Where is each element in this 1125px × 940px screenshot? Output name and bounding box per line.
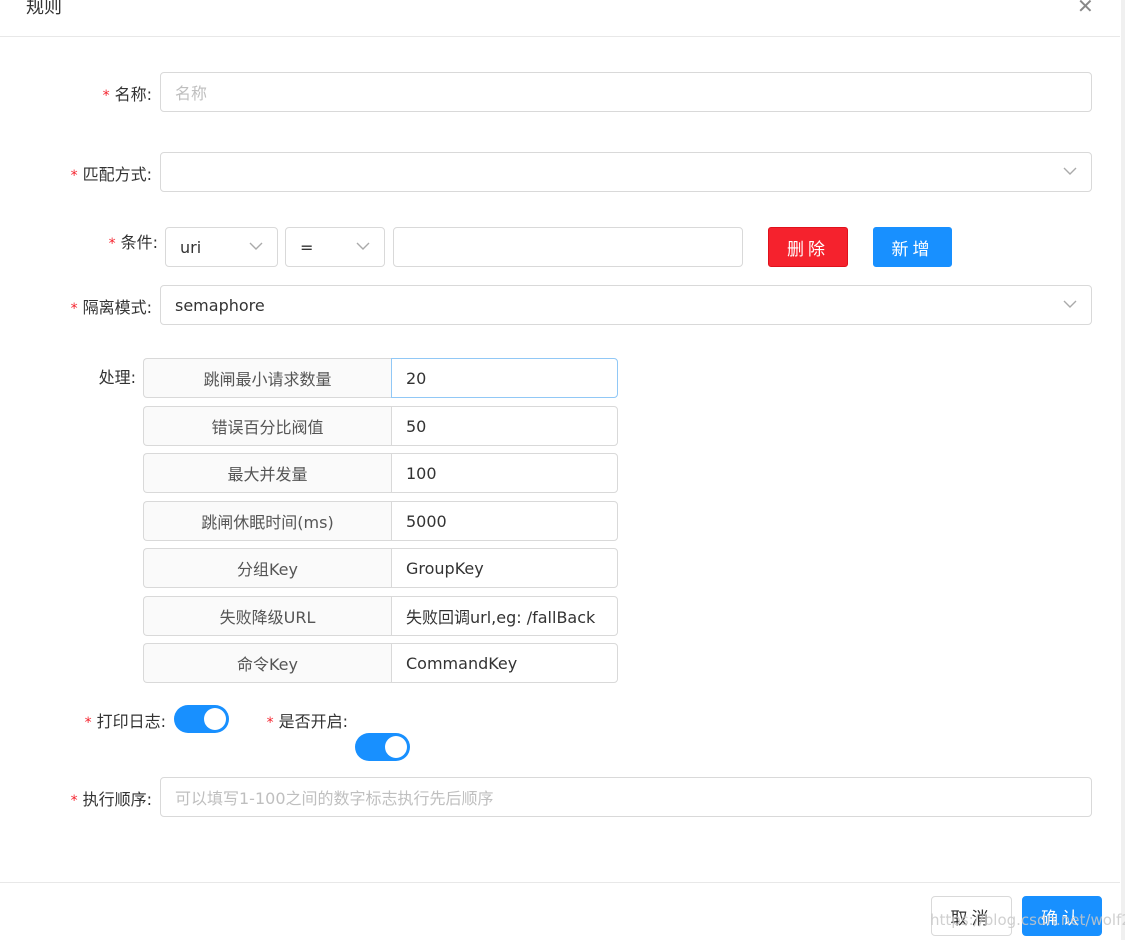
add-condition-button[interactable]: 新增 [873,227,952,267]
handle-row-input[interactable]: 20 [391,358,618,398]
enabled-toggle[interactable] [355,733,410,761]
handle-row-label: 失败降级URL [143,596,391,636]
name-placeholder: 名称 [175,84,208,103]
handle-row: 最大并发量 100 [143,453,618,493]
match-label: * 匹配方式: [70,165,152,184]
handle-row: 分组Key GroupKey [143,548,618,588]
match-select[interactable] [160,152,1092,192]
condition-field-value: uri [180,237,202,257]
chevron-down-icon [249,242,263,250]
handle-row-input[interactable]: 50 [391,406,618,446]
handle-row-label: 最大并发量 [143,453,391,493]
close-icon[interactable]: ✕ [1077,0,1094,18]
handle-row-label: 跳闸最小请求数量 [143,358,391,398]
handle-row: 命令Key CommandKey [143,643,618,683]
handle-row-label: 命令Key [143,643,391,683]
delete-condition-button[interactable]: 删除 [768,227,848,267]
handle-row: 跳闸休眠时间(ms) 5000 [143,501,618,541]
handle-row-input[interactable]: 5000 [391,501,618,541]
chevron-down-icon [356,242,370,250]
isolation-value: semaphore [175,295,265,315]
handle-row-input[interactable]: 失败回调url,eg: /fallBack [391,596,618,636]
order-placeholder: 可以填写1-100之间的数字标志执行先后顺序 [175,789,494,808]
condition-operator-select[interactable]: = [285,227,385,267]
log-toggle[interactable] [174,705,229,733]
enabled-label: * 是否开启: [266,712,348,731]
chevron-down-icon [1063,300,1077,308]
handle-label: 处理: [98,368,136,387]
modal-title: 规则 [26,0,62,18]
toggle-knob [204,708,226,730]
handle-row-input[interactable]: GroupKey [391,548,618,588]
order-label: * 执行顺序: [70,790,152,809]
handle-row-label: 错误百分比阀值 [143,406,391,446]
name-input[interactable]: 名称 [160,72,1092,112]
isolation-label: * 隔离模式: [70,298,152,317]
condition-operator-value: = [300,237,314,257]
scrollbar[interactable] [1121,0,1125,940]
handle-row-label: 分组Key [143,548,391,588]
condition-label: * 条件: [108,233,158,252]
toggle-knob [385,736,407,758]
order-input[interactable]: 可以填写1-100之间的数字标志执行先后顺序 [160,777,1092,817]
name-label: * 名称: [102,85,152,104]
handle-row: 失败降级URL 失败回调url,eg: /fallBack [143,596,618,636]
handle-row: 跳闸最小请求数量 20 [143,358,618,398]
isolation-select[interactable]: semaphore [160,285,1092,325]
log-label: * 打印日志: [84,712,166,731]
watermark: https://blog.csdn.net/wolf2s [930,911,1125,929]
header-divider [0,36,1120,37]
chevron-down-icon [1063,167,1077,175]
handle-row-input[interactable]: CommandKey [391,643,618,683]
handle-row: 错误百分比阀值 50 [143,406,618,446]
handle-row-label: 跳闸休眠时间(ms) [143,501,391,541]
condition-field-select[interactable]: uri [165,227,278,267]
footer-divider [0,882,1120,883]
handle-row-input[interactable]: 100 [391,453,618,493]
condition-value-input[interactable] [393,227,743,267]
